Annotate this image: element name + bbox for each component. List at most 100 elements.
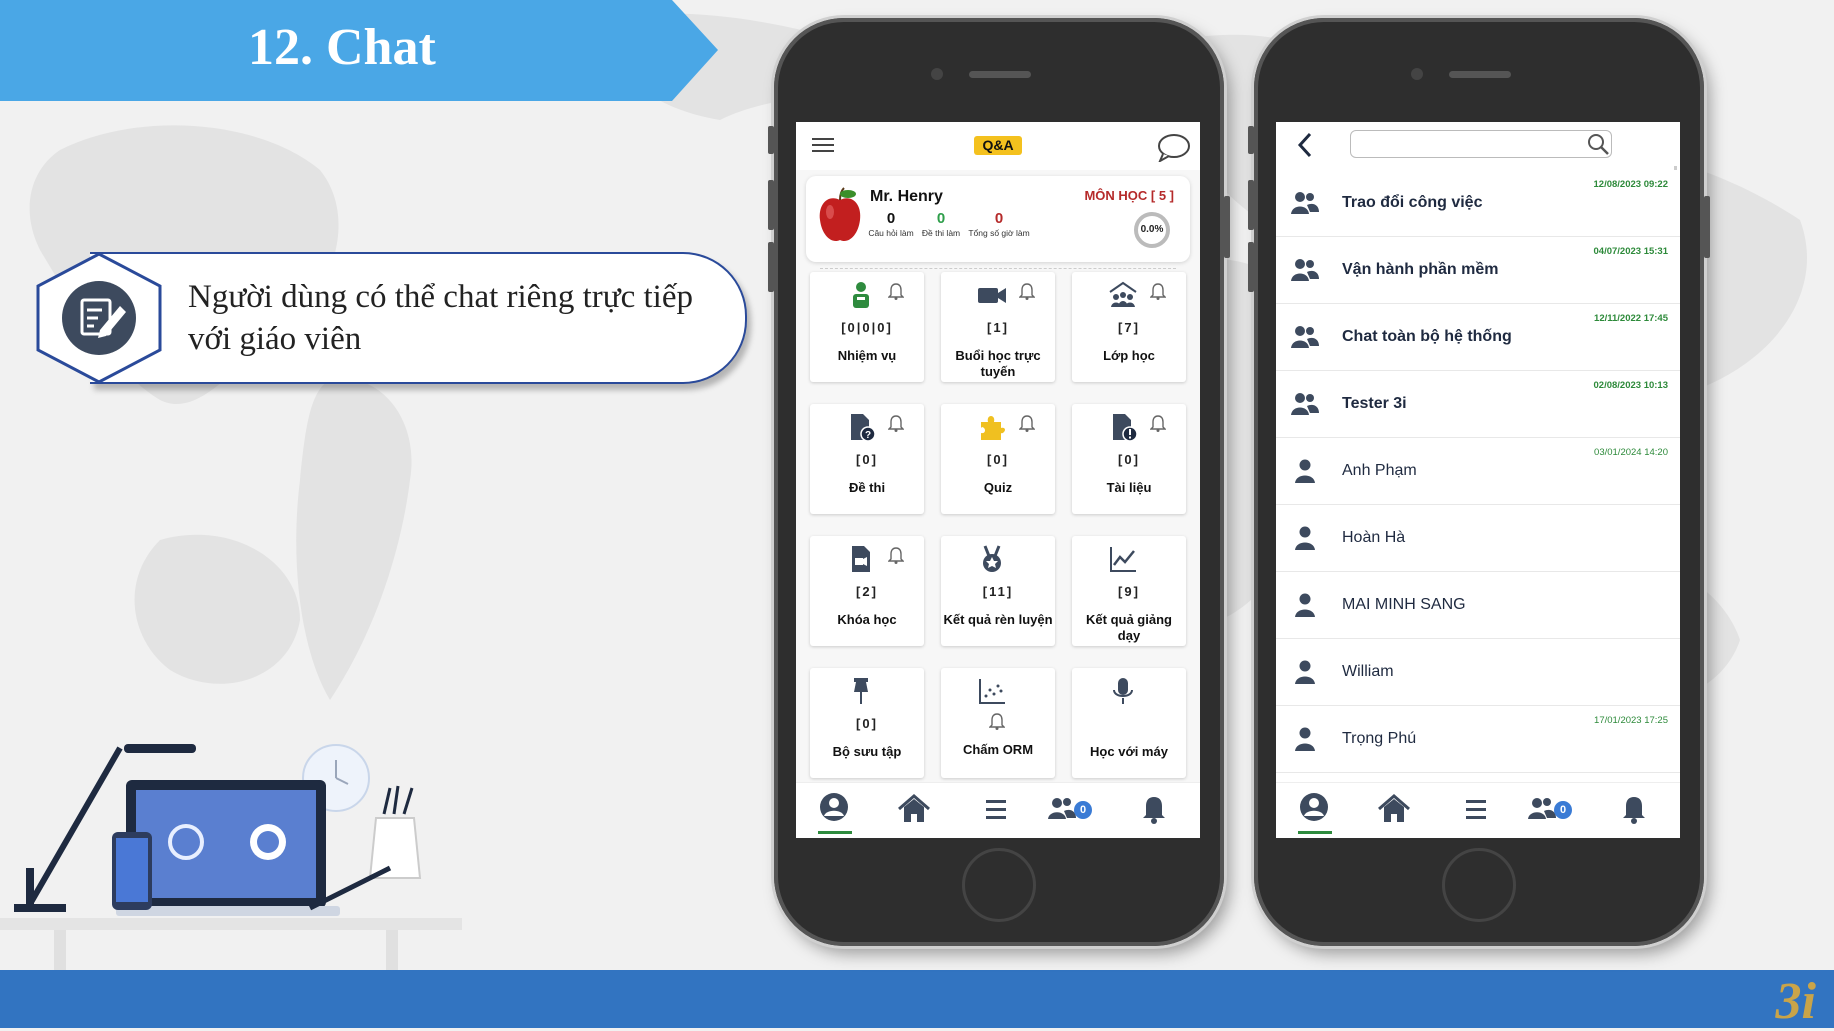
- chat-bubble-icon[interactable]: [1156, 132, 1190, 162]
- front-camera: [1411, 68, 1423, 80]
- bottom-nav: 0: [796, 782, 1200, 838]
- svg-text:?: ?: [865, 430, 871, 441]
- scatter-icon: [979, 679, 1005, 704]
- bell-icon[interactable]: [1614, 791, 1654, 827]
- subject-count[interactable]: MÔN HỌC [ 5 ]: [1084, 188, 1174, 203]
- tile-documents[interactable]: [0] Tài liệu: [1072, 404, 1186, 514]
- group-icon: [1291, 192, 1319, 214]
- bell-icon[interactable]: [1019, 414, 1035, 432]
- search-icon[interactable]: [1586, 132, 1610, 156]
- chat-row[interactable]: Hoàn Hà: [1276, 505, 1680, 572]
- tile-label: Đề thi: [848, 480, 886, 495]
- chat-row[interactable]: William: [1276, 639, 1680, 706]
- edit-note-icon: [36, 252, 162, 384]
- tile-label: Quiz: [983, 480, 1013, 495]
- chat-name: Vận hành phần mềm: [1342, 261, 1499, 278]
- tile-exams[interactable]: ? [0] Đề thi: [810, 404, 924, 514]
- tile-label: Nhiệm vụ: [837, 348, 897, 363]
- bell-icon[interactable]: [888, 282, 904, 300]
- group-icon: [1291, 393, 1319, 415]
- back-arrow-icon[interactable]: [1294, 130, 1316, 160]
- chat-row[interactable]: Chat toàn bộ hệ thống 12/11/2022 17:45: [1276, 304, 1680, 371]
- tile-classes[interactable]: [7] Lớp học: [1072, 272, 1186, 382]
- group-icon: [1291, 259, 1319, 281]
- bell-icon[interactable]: [1019, 282, 1035, 300]
- pin-icon: [854, 678, 868, 704]
- desk-illustration: [0, 744, 462, 970]
- chat-row[interactable]: Trọng Phú 17/01/2023 17:25: [1276, 706, 1680, 773]
- tile-courses[interactable]: [2] Khóa học: [810, 536, 924, 646]
- stat-hours: 0 Tổng số giờ làm: [968, 210, 1030, 238]
- group-nav[interactable]: 0: [1046, 791, 1096, 827]
- menu-icon[interactable]: [1456, 791, 1496, 827]
- tile-tasks[interactable]: [0|0|0] Nhiệm vụ: [810, 272, 924, 382]
- medal-icon: [983, 545, 1001, 572]
- tile-label: Kết quả rèn luyện: [943, 612, 1053, 627]
- tile-count: [7]: [1118, 320, 1140, 335]
- tile-learn-with-machine[interactable]: Học với máy: [1072, 668, 1186, 778]
- person-icon: [1295, 593, 1315, 617]
- tile-online-class[interactable]: [1] Buổi học trực tuyến: [941, 272, 1055, 382]
- tile-count: [1]: [987, 320, 1009, 335]
- chat-time: 03/01/2024 14:20: [1594, 447, 1668, 458]
- document-alert-icon: [1113, 414, 1138, 442]
- person-icon: [1295, 660, 1315, 684]
- callout-text: Người dùng có thể chat riêng trực tiếp v…: [188, 279, 693, 357]
- bottom-nav: 0: [1276, 782, 1680, 838]
- stat-exams: 0 Đề thi làm: [921, 210, 961, 238]
- tile-count: [0]: [987, 452, 1009, 467]
- profile-card[interactable]: Mr. Henry MÔN HỌC [ 5 ] 0 Câu hỏi làm 0 …: [806, 176, 1190, 262]
- tile-count: [11]: [982, 584, 1014, 599]
- tile-label: Lớp học: [1103, 348, 1155, 363]
- chat-row[interactable]: Trao đổi công việc 12/08/2023 09:22: [1276, 170, 1680, 237]
- tile-label: Buổi học trực tuyến: [955, 348, 1041, 379]
- notification-badge: 0: [1554, 801, 1572, 819]
- chat-list: Trao đổi công việc 12/08/2023 09:22 Vận …: [1276, 170, 1680, 773]
- tile-count: [2]: [856, 584, 878, 599]
- profile-icon[interactable]: [814, 791, 854, 827]
- chat-name: Trọng Phú: [1342, 730, 1417, 747]
- search-input[interactable]: [1350, 130, 1612, 158]
- chat-time: 04/07/2023 15:31: [1593, 246, 1668, 257]
- bell-icon[interactable]: [1150, 414, 1166, 432]
- tile-teaching-results[interactable]: [9] Kết quả giảng dạy: [1072, 536, 1186, 646]
- tile-label: Chấm ORM: [962, 742, 1034, 757]
- home-button[interactable]: [1442, 848, 1516, 922]
- tile-count: [9]: [1118, 584, 1140, 599]
- notification-badge: 0: [1074, 801, 1092, 819]
- group-nav[interactable]: 0: [1526, 791, 1576, 827]
- menu-icon[interactable]: [812, 138, 834, 154]
- chat-name: Tester 3i: [1342, 395, 1407, 412]
- video-icon: [978, 288, 1006, 303]
- chat-row[interactable]: MAI MINH SANG: [1276, 572, 1680, 639]
- bell-icon[interactable]: [888, 546, 904, 564]
- menu-icon[interactable]: [976, 791, 1016, 827]
- chat-row[interactable]: Tester 3i 02/08/2023 10:13: [1276, 371, 1680, 438]
- home-button[interactable]: [962, 848, 1036, 922]
- chat-row[interactable]: Anh Phạm 03/01/2024 14:20: [1276, 438, 1680, 505]
- profile-icon[interactable]: [1294, 791, 1334, 827]
- bell-icon[interactable]: [1134, 791, 1174, 827]
- bell-icon[interactable]: [1150, 282, 1166, 300]
- home-icon[interactable]: [894, 791, 934, 827]
- chart-line-icon: [1110, 547, 1136, 572]
- phone-right: Trao đổi công việc 12/08/2023 09:22 Vận …: [1248, 18, 1710, 946]
- exam-doc-icon: ?: [851, 414, 876, 442]
- course-icon: [852, 546, 870, 572]
- company-logo: 3i: [1775, 973, 1816, 1030]
- tile-orm-grading[interactable]: Chấm ORM: [941, 668, 1055, 778]
- speaker: [969, 71, 1031, 78]
- home-icon[interactable]: [1374, 791, 1414, 827]
- tile-count: [0|0|0]: [841, 320, 893, 335]
- tile-quiz[interactable]: [0] Quiz: [941, 404, 1055, 514]
- chat-name: William: [1342, 663, 1394, 680]
- tile-collection[interactable]: [0] Bộ sưu tập: [810, 668, 924, 778]
- bell-icon[interactable]: [888, 414, 904, 432]
- progress-ring: 0.0%: [1134, 212, 1170, 248]
- app-header: Q&A: [796, 122, 1200, 170]
- bell-icon[interactable]: [989, 712, 1005, 730]
- tile-label: Khóa học: [837, 612, 897, 627]
- chat-row[interactable]: Vận hành phần mềm 04/07/2023 15:31: [1276, 237, 1680, 304]
- chat-header: [1276, 122, 1680, 170]
- tile-training-results[interactable]: [11] Kết quả rèn luyện: [941, 536, 1055, 646]
